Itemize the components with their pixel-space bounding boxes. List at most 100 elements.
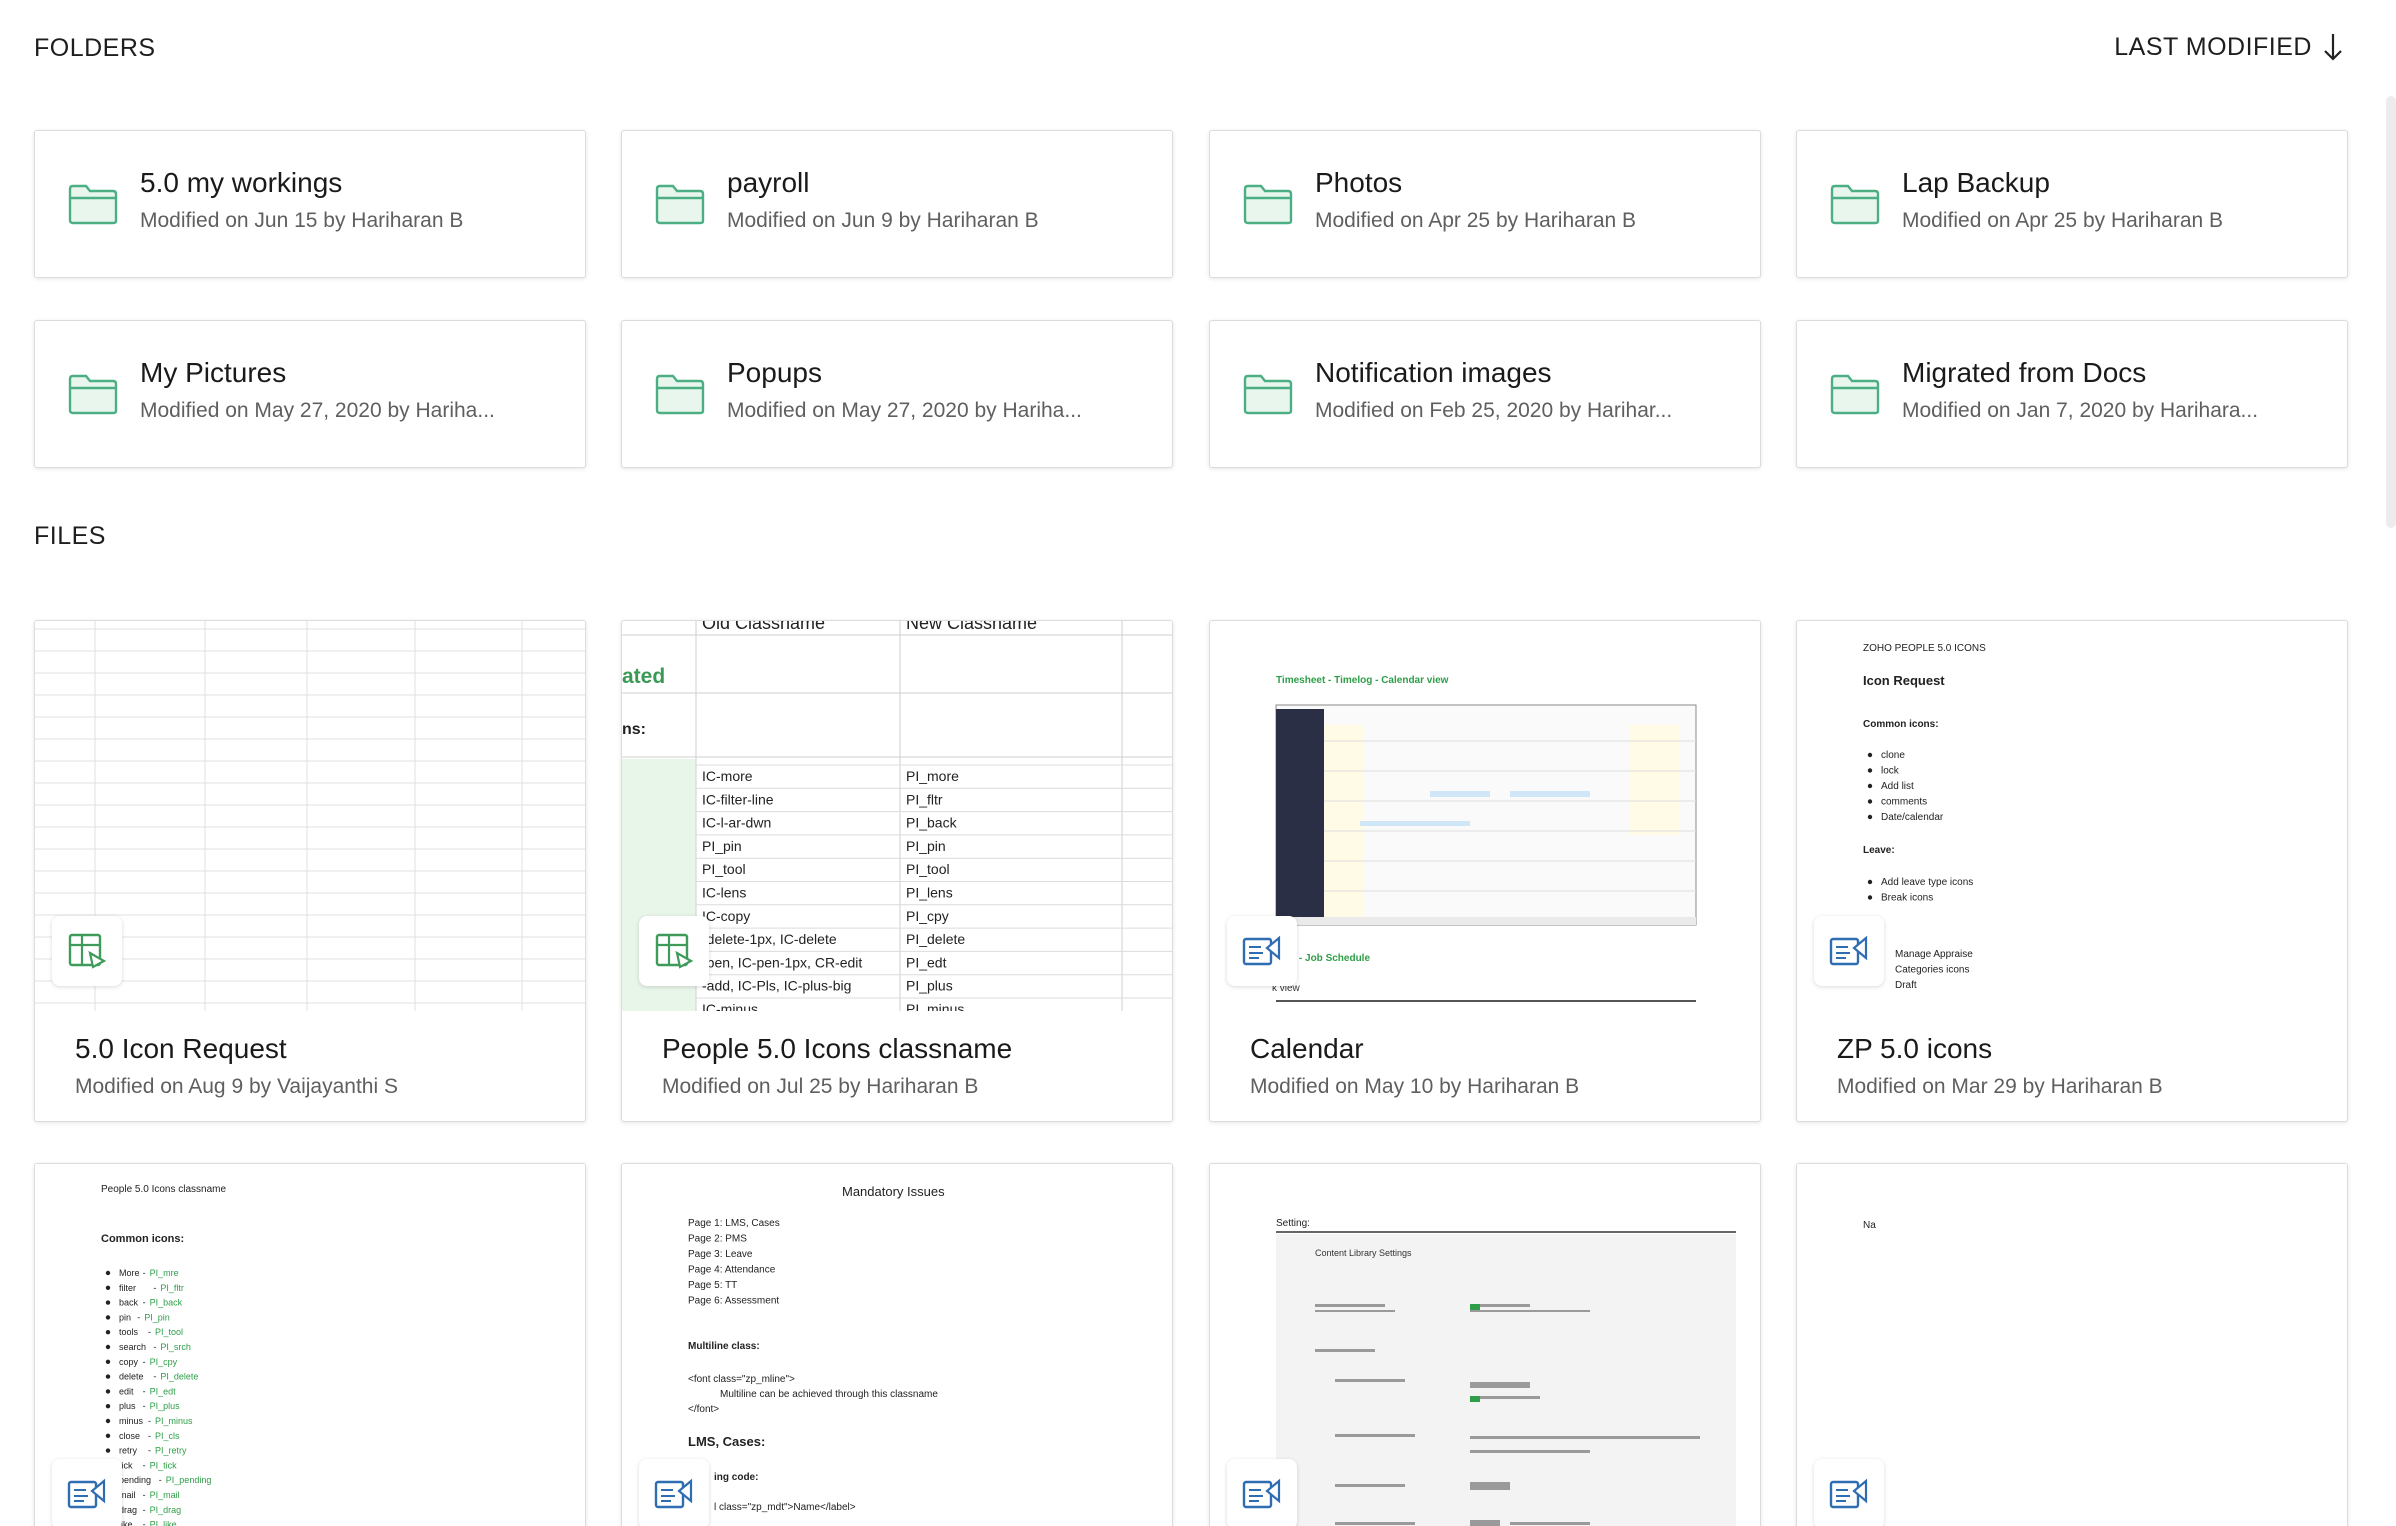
thumb-separator: - [143, 1357, 146, 1367]
folder-card[interactable]: Popups Modified on May 27, 2020 by Hariha… [621, 320, 1173, 468]
thumb-text: Na [1863, 1220, 1876, 1231]
vertical-scrollbar[interactable] [2386, 96, 2396, 528]
bullet-dot [105, 1389, 111, 1394]
thumb-text: <font class="zp_mline"> [688, 1374, 795, 1385]
file-card[interactable]: 5.0 Icon Request Modified on Aug 9 by Va… [34, 620, 586, 1122]
bullet-dot [1867, 752, 1873, 758]
file-name: ZP 5.0 icons [1837, 1033, 1993, 1064]
thumb-text: IC-copy [702, 908, 750, 924]
spreadsheet-icon [655, 933, 694, 969]
folder-name: My Pictures [140, 357, 287, 388]
writer-doc-icon-badge [1814, 916, 1884, 986]
thumb-text: IC-minus [702, 1001, 758, 1011]
thumb-text: copy [119, 1357, 139, 1367]
thumb-text: PI_pin [144, 1312, 170, 1322]
thumb-text: PI_fltr [160, 1283, 184, 1293]
thumb-text: comments [1881, 797, 1927, 808]
sort-label: LAST MODIFIED [2114, 32, 2312, 61]
bullet-dot [105, 1315, 111, 1320]
file-card[interactable]: Setting: Content Library Settings [1209, 1163, 1761, 1526]
thumb-text: Common icons: [1863, 719, 1939, 730]
bullet-dot [105, 1270, 111, 1276]
thumb-separator: - [148, 1327, 151, 1337]
thumb-text: Date/calendar [1881, 812, 1944, 823]
thumb-text: Add leave type icons [1881, 877, 1973, 888]
thumb-header-new: New Classname [906, 621, 1037, 633]
folder-icon [1830, 184, 1880, 225]
thumb-fragment: ated [622, 665, 665, 688]
arrow-down-icon [2324, 34, 2342, 61]
thumb-text: PI_delete [906, 931, 965, 947]
thumb-text: PI_cpy [150, 1357, 178, 1367]
thumb-text: LMS, Cases: [688, 1434, 765, 1449]
folder-card[interactable]: Photos Modified on Apr 25 by Hariharan B [1209, 130, 1761, 278]
thumb-text: clone [1881, 750, 1905, 761]
thumb-title: Content Library Settings [1315, 1248, 1412, 1258]
folder-icon [1830, 374, 1880, 415]
thumb-text: Multiline can be achieved through this c… [720, 1389, 938, 1400]
file-name: People 5.0 Icons classname [662, 1033, 1013, 1064]
writer-doc-icon [654, 1478, 693, 1509]
thumb-text: close [119, 1431, 140, 1441]
folder-card[interactable]: Migrated from Docs Modified on Jan 7, 202… [1796, 320, 2348, 468]
file-card[interactable]: Timesheet - Timelog - Calendar view shee… [1209, 620, 1761, 1122]
thumb-text: PI_minus [906, 1001, 964, 1011]
folder-card[interactable]: Lap Backup Modified on Apr 25 by Harihara… [1796, 130, 2348, 278]
bullet-dot [1867, 814, 1873, 820]
thumb-text: PI_more [906, 768, 959, 784]
thumb-text: Page 3: Leave [688, 1249, 753, 1260]
file-card[interactable]: ZOHO PEOPLE 5.0 ICONS Icon Request Commo… [1796, 620, 2348, 1122]
thumb-text: IC-l-ar-dwn [702, 815, 771, 831]
folder-name: payroll [727, 167, 810, 198]
thumb-text: plus [119, 1401, 136, 1411]
thumb-text: minus [119, 1416, 144, 1426]
thumb-text: Page 1: LMS, Cases [688, 1218, 780, 1229]
folder-modified-info: Modified on Apr 25 by Hariharan B [1315, 209, 1637, 232]
thumb-text: Categories icons [1895, 965, 1969, 976]
thumb-text: PI_tool [702, 861, 746, 877]
thumb-text: PI_retry [155, 1446, 187, 1456]
thumb-title: Icon Request [1863, 673, 1945, 688]
thumb-text: PI_edt [906, 954, 947, 970]
writer-doc-icon [1829, 1478, 1868, 1509]
folder-icon [655, 374, 705, 415]
thumb-text: Leave: [1863, 845, 1895, 856]
thumb-text: pending [119, 1475, 151, 1485]
thumb-text: PI_pin [906, 838, 946, 854]
file-card[interactable]: People 5.0 Icons classname Common icons:… [34, 1163, 586, 1526]
thumb-text: -delete-1px, IC-delete [702, 931, 837, 947]
file-modified-info: Modified on Aug 9 by Vaijayanthi S [75, 1075, 398, 1098]
bullet-dot [105, 1374, 111, 1379]
thumb-text: PI_pending [166, 1475, 212, 1485]
thumb-text: -pen, IC-pen-1px, CR-edit [702, 954, 862, 970]
thumb-separator: - [137, 1312, 140, 1322]
thumb-text: lock [1881, 766, 1900, 777]
thumb-text: l class="zp_mdt">Name</label> [714, 1502, 856, 1513]
thumb-text: PI_mail [150, 1490, 180, 1500]
thumb-text: PI_mre [150, 1268, 179, 1278]
sort-last-modified-button[interactable]: LAST MODIFIED [2114, 32, 2344, 62]
folder-card[interactable]: My Pictures Modified on May 27, 2020 by H… [34, 320, 586, 468]
folders-section-label: FOLDERS [34, 34, 156, 62]
thumb-text: Add list [1881, 781, 1914, 792]
file-card[interactable]: Na [1796, 1163, 2348, 1526]
thumb-separator: - [143, 1520, 146, 1526]
folder-modified-info: Modified on Apr 25 by Hariharan B [1902, 209, 2224, 232]
thumb-header-old: Old Classname [702, 621, 825, 633]
folder-card[interactable]: payroll Modified on Jun 9 by Hariharan B [621, 130, 1173, 278]
thumb-text: edit [119, 1386, 134, 1396]
thumb-text: tools [119, 1327, 139, 1337]
file-name: 5.0 Icon Request [75, 1033, 287, 1064]
thumb-text: Manage Appraise [1895, 949, 1973, 960]
thumb-text: PI_lens [906, 885, 953, 901]
thumb-text: PI_cls [155, 1431, 180, 1441]
file-modified-info: Modified on May 10 by Hariharan B [1250, 1075, 1580, 1098]
folder-card[interactable]: 5.0 my workings Modified on Jun 15 by Har… [34, 130, 586, 278]
thumb-text: Draft [1895, 980, 1917, 991]
folder-name: Lap Backup [1902, 167, 2050, 198]
thumb-text: IC-more [702, 768, 753, 784]
thumb-text: IC-lens [702, 885, 746, 901]
file-card[interactable]: Old Classname New Classname ated ns: IC-… [621, 620, 1173, 1122]
file-card[interactable]: Mandatory Issues Page 1: LMS, Cases Page … [621, 1163, 1173, 1526]
folder-card[interactable]: Notification images Modified on Feb 25, 2… [1209, 320, 1761, 468]
